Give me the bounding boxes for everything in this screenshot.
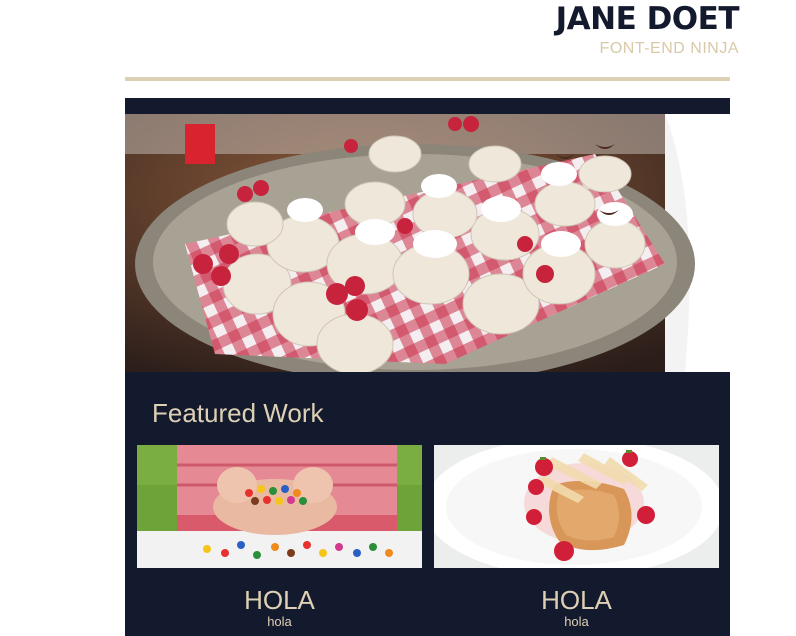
content-panel: Featured Work HOLA hola HOLA hola	[125, 98, 730, 636]
header-divider	[125, 77, 730, 81]
pastry-image[interactable]	[434, 445, 719, 568]
featured-item[interactable]: HOLA hola	[434, 445, 719, 630]
featured-item-subtitle: hola	[267, 614, 292, 629]
hero-image	[125, 114, 730, 372]
featured-work-title: Featured Work	[152, 398, 324, 428]
candy-image[interactable]	[137, 445, 422, 568]
site-header: JANE DOET FONT-END NINJA	[555, 1, 740, 58]
featured-item[interactable]: HOLA hola	[137, 445, 422, 630]
site-name: JANE DOET	[555, 1, 740, 37]
site-tagline: FONT-END NINJA	[599, 40, 739, 57]
featured-item-title[interactable]: HOLA	[434, 586, 719, 614]
featured-item-title[interactable]: HOLA	[137, 586, 422, 614]
featured-item-subtitle: hola	[564, 614, 589, 629]
